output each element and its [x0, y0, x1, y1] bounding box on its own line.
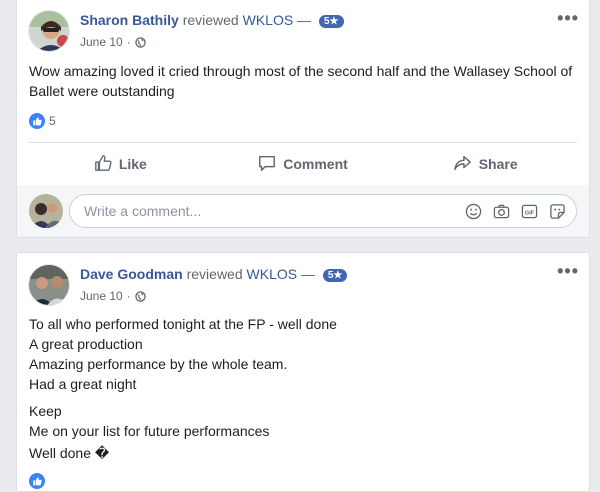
rating-badge: 5★ [318, 15, 344, 28]
comment-tools: GIF [464, 202, 566, 220]
post-body-line: Amazing performance by the whole team. [29, 356, 288, 372]
share-button[interactable]: Share [394, 147, 577, 181]
share-icon [453, 154, 472, 175]
post-body-text: Wow amazing loved it cried through most … [29, 63, 573, 99]
gif-icon[interactable]: GIF [520, 202, 538, 220]
like-label: Like [118, 156, 147, 172]
post-body-line: Me on your list for future performances [29, 423, 270, 439]
post-header: Sharon Bathily reviewed WKLOS — 5★ [80, 12, 344, 28]
reaction-summary[interactable] [29, 473, 45, 489]
post-date-link[interactable]: June 10 [80, 289, 123, 303]
post-card: Sharon Bathily reviewed WKLOS — 5★ June … [16, 0, 590, 238]
globe-icon[interactable] [134, 290, 146, 302]
author-avatar[interactable] [28, 264, 70, 306]
post-body-line: To all who performed tonight at the FP -… [29, 316, 337, 332]
post-action-text: reviewed [182, 12, 239, 28]
comment-label: Comment [283, 156, 348, 172]
post-options-icon[interactable]: ••• [557, 8, 579, 29]
post-actions: Like Comment Share [29, 147, 577, 181]
separator: — [297, 12, 312, 28]
post-meta: June 10 · [80, 35, 146, 49]
emoji-icon[interactable] [464, 202, 482, 220]
reaction-summary[interactable]: 5 [29, 113, 56, 129]
sticker-icon[interactable] [548, 202, 566, 220]
post-body-line: A great production [29, 336, 143, 352]
separator: — [300, 266, 315, 282]
post-action-text: reviewed [186, 266, 243, 282]
post-meta: June 10 · [80, 289, 146, 303]
page-link[interactable]: WKLOS [247, 266, 298, 282]
divider [29, 142, 577, 143]
comment-icon [258, 154, 276, 175]
post-body-line: Had a great night [29, 376, 137, 392]
author-avatar[interactable] [28, 10, 70, 52]
comment-composer: GIF [17, 185, 589, 237]
reaction-count: 5 [49, 114, 56, 128]
post-body: To all who performed tonight at the FP -… [29, 314, 577, 463]
svg-text:GIF: GIF [524, 210, 534, 216]
meta-dot: · [126, 35, 131, 49]
post-body-line: Well done � [29, 445, 110, 461]
meta-dot: · [126, 289, 131, 303]
current-user-avatar[interactable] [29, 194, 63, 228]
like-reaction-icon [29, 473, 45, 489]
share-label: Share [478, 156, 518, 172]
thumbs-up-icon [94, 154, 112, 175]
post-options-icon[interactable]: ••• [557, 261, 579, 282]
page-link[interactable]: WKLOS [243, 12, 294, 28]
camera-icon[interactable] [492, 202, 510, 220]
author-name-link[interactable]: Sharon Bathily [80, 12, 179, 28]
like-reaction-icon [29, 113, 45, 129]
comment-button[interactable]: Comment [212, 147, 395, 181]
author-name-link[interactable]: Dave Goodman [80, 266, 183, 282]
comment-input[interactable] [82, 202, 386, 220]
post-body-line: Keep [29, 403, 62, 419]
post-body: Wow amazing loved it cried through most … [29, 61, 577, 101]
post-header: Dave Goodman reviewed WKLOS — 5★ [80, 266, 348, 282]
post-date-link[interactable]: June 10 [80, 35, 123, 49]
post-card: Dave Goodman reviewed WKLOS — 5★ June 10… [16, 252, 590, 492]
comment-field[interactable]: GIF [69, 194, 577, 228]
globe-icon[interactable] [134, 36, 146, 48]
rating-badge: 5★ [322, 269, 348, 282]
like-button[interactable]: Like [29, 147, 212, 181]
